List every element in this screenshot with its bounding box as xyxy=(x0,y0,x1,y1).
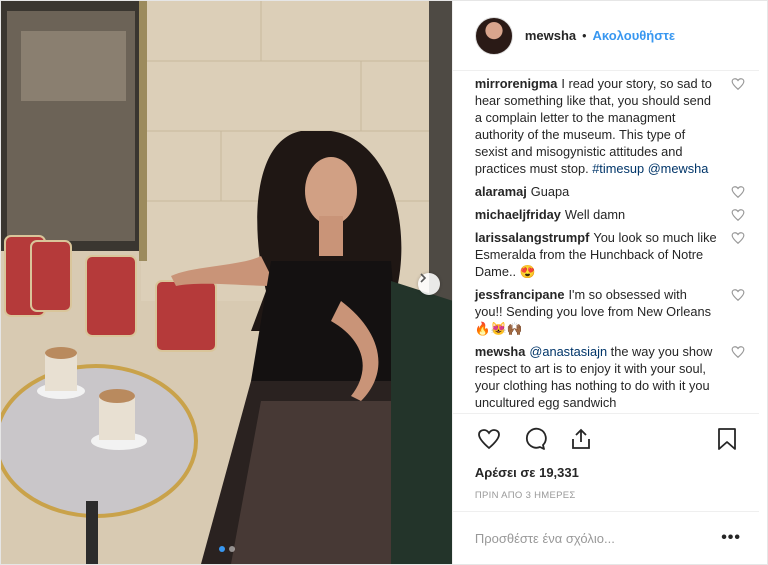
more-options-button[interactable]: ••• xyxy=(721,529,741,547)
like-button[interactable] xyxy=(475,425,503,453)
comment-input[interactable] xyxy=(474,530,722,546)
photo-illustration xyxy=(1,1,452,564)
instagram-post-modal: mewsha • Ακολουθήστε mirrorenigma I read … xyxy=(0,0,768,565)
like-comment-heart-icon[interactable] xyxy=(731,208,745,222)
post-actions xyxy=(452,413,759,463)
like-comment-heart-icon[interactable] xyxy=(731,77,745,91)
post-sidebar: mewsha • Ακολουθήστε mirrorenigma I read … xyxy=(451,1,767,564)
share-icon xyxy=(571,428,590,449)
comment-item: larissalangstrumpf You look so much like … xyxy=(475,229,745,280)
comments-list[interactable]: mirrorenigma I read your story, so sad to… xyxy=(453,71,767,413)
likes-count[interactable]: Αρέσει σε 19,331 xyxy=(453,463,767,482)
carousel-indicator xyxy=(219,546,235,552)
comment-mention[interactable]: @mewsha xyxy=(648,161,709,176)
comment-username[interactable]: larissalangstrumpf xyxy=(475,230,590,245)
post-photo[interactable] xyxy=(1,1,452,564)
post-timestamp[interactable]: ΠΡΙΝ ΑΠΟ 3 ΗΜΕΡΕΣ xyxy=(452,482,759,512)
follow-button[interactable]: Ακολουθήστε xyxy=(593,28,676,43)
comment-username[interactable]: mirrorenigma xyxy=(475,76,558,91)
carousel-dot-active xyxy=(219,546,225,552)
comment-username[interactable]: michaeljfriday xyxy=(475,207,561,222)
comment-icon xyxy=(525,427,547,450)
comment-item: mirrorenigma I read your story, so sad to… xyxy=(475,75,745,177)
like-comment-heart-icon[interactable] xyxy=(731,288,745,302)
comment-button[interactable] xyxy=(521,425,549,453)
comment-text: Well damn xyxy=(564,207,626,222)
like-comment-heart-icon[interactable] xyxy=(731,231,745,245)
comment-username[interactable]: mewsha xyxy=(475,344,526,359)
comment-username[interactable]: jessfrancipane xyxy=(475,287,565,302)
comment-item: mewsha @anastasiajn the way you show resp… xyxy=(475,343,745,411)
header-separator: • xyxy=(582,28,587,43)
comment-username[interactable]: alaramaj xyxy=(475,184,527,199)
comment-item: alaramaj Guapa xyxy=(475,183,745,200)
carousel-dot xyxy=(229,546,235,552)
comment-text: Guapa xyxy=(530,184,570,199)
post-username[interactable]: mewsha xyxy=(525,28,576,43)
save-button[interactable] xyxy=(713,425,741,453)
comment-mention[interactable]: @anastasiajn xyxy=(529,344,607,359)
comment-hashtag[interactable]: #timesup xyxy=(592,161,644,176)
comment-item: jessfrancipane I'm so obsessed with you!!… xyxy=(475,286,745,337)
like-comment-heart-icon[interactable] xyxy=(731,185,745,199)
add-comment-bar: ••• xyxy=(453,512,759,564)
next-photo-button[interactable] xyxy=(418,273,440,295)
comment-item: michaeljfriday Well damn xyxy=(475,206,745,223)
like-comment-heart-icon[interactable] xyxy=(731,345,745,359)
post-header: mewsha • Ακολουθήστε xyxy=(452,1,759,71)
share-button[interactable] xyxy=(567,425,595,453)
avatar[interactable] xyxy=(474,16,513,55)
bookmark-icon xyxy=(718,427,736,450)
chevron-right-icon xyxy=(420,273,427,283)
heart-icon xyxy=(477,428,500,449)
